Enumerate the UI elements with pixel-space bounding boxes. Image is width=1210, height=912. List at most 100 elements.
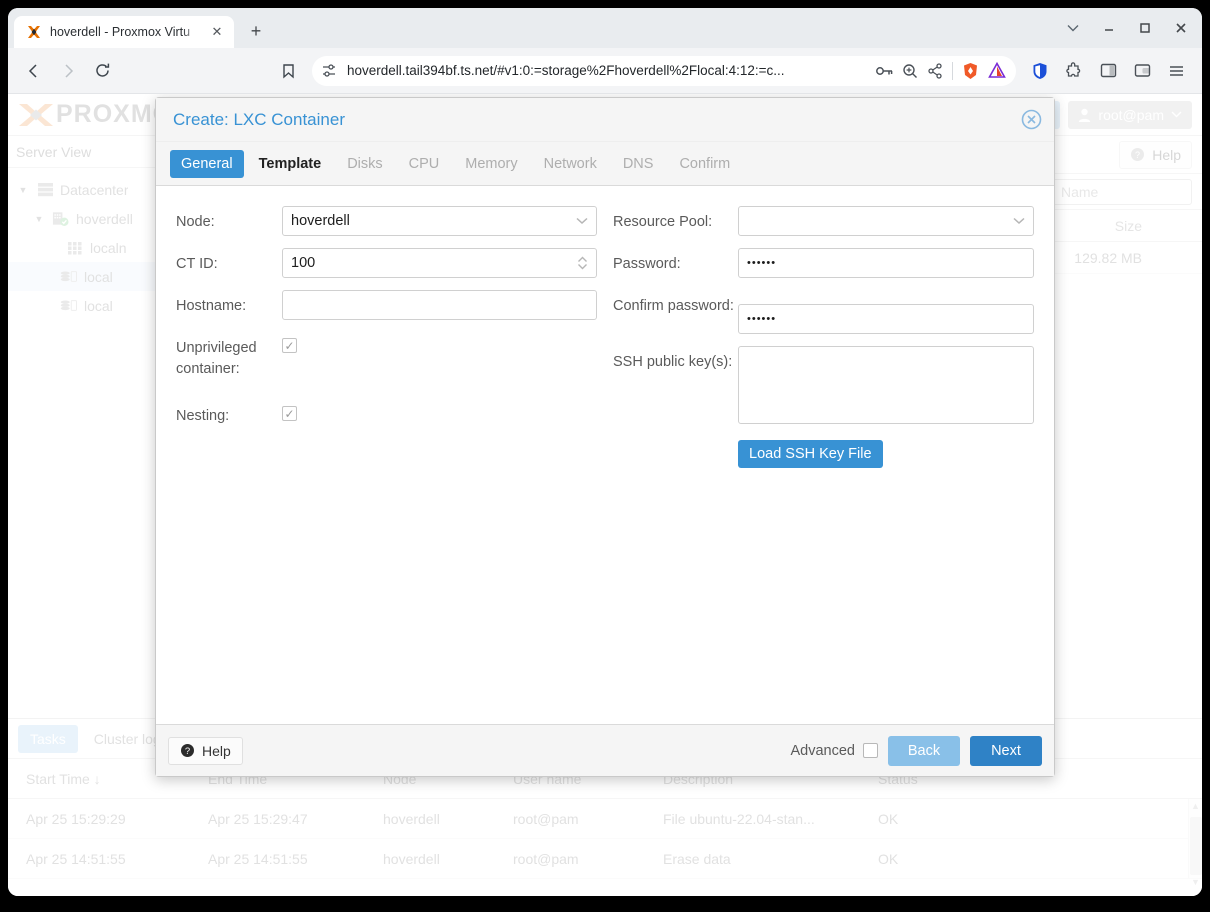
help-button[interactable]: ? Help xyxy=(1119,140,1192,169)
browser-tab[interactable]: hoverdell - Proxmox Virtu ✕ xyxy=(14,16,234,48)
confirm-password-field[interactable]: •••••• xyxy=(738,304,1034,334)
task-scrollbar[interactable]: ▲ ▼ xyxy=(1188,799,1202,887)
resource-pool-select[interactable] xyxy=(738,206,1034,236)
password-value: •••••• xyxy=(747,257,777,269)
tab-cpu-label: CPU xyxy=(408,155,440,172)
tab-memory-label: Memory xyxy=(465,155,518,172)
check-icon: ✓ xyxy=(284,338,295,353)
node-select[interactable]: hoverdell xyxy=(282,206,597,236)
scroll-down-icon[interactable]: ▼ xyxy=(1191,875,1200,889)
cell-start-time: Apr 25 14:51:55 xyxy=(26,850,126,867)
reload-icon[interactable] xyxy=(86,55,118,87)
scrollbar-thumb[interactable] xyxy=(1189,817,1202,875)
browser-tab-strip: hoverdell - Proxmox Virtu ✕ + xyxy=(8,8,1202,48)
grid-icon xyxy=(66,239,84,257)
sidebar-panel-icon[interactable] xyxy=(1092,55,1124,87)
cell-end-time: Apr 25 15:29:47 xyxy=(208,810,308,827)
ctid-label: CT ID: xyxy=(176,256,218,272)
extensions-icon[interactable] xyxy=(1058,55,1090,87)
proxmox-favicon-icon xyxy=(26,24,42,40)
browser-window: hoverdell - Proxmox Virtu ✕ + hoverdell.… xyxy=(8,8,1202,896)
column-header-size[interactable]: Size xyxy=(1115,218,1202,234)
advanced-toggle[interactable]: Advanced xyxy=(790,742,878,759)
back-arrow-icon[interactable] xyxy=(18,55,50,87)
tab-disks: Disks xyxy=(336,150,393,178)
close-icon[interactable]: ✕ xyxy=(208,23,226,41)
next-button[interactable]: Next xyxy=(970,735,1042,766)
bookmark-icon[interactable] xyxy=(272,55,304,87)
load-ssh-key-file-button[interactable]: Load SSH Key File xyxy=(738,440,883,468)
advanced-label: Advanced xyxy=(790,742,856,759)
minimize-button[interactable] xyxy=(1092,14,1126,42)
ctid-input[interactable]: 100 xyxy=(282,248,597,278)
brave-triangle-icon[interactable] xyxy=(988,62,1006,79)
dialog-body: Node: hoverdell CT ID: 100 Hostname: Unp… xyxy=(156,186,1054,724)
proxmox-page: PROXMOX Virtual Environment 8.1.4 Search… xyxy=(8,94,1202,896)
ssh-keys-textarea[interactable] xyxy=(738,346,1034,424)
chevron-down-icon[interactable]: ▼ xyxy=(16,185,30,195)
tab-general[interactable]: General xyxy=(170,149,244,178)
maximize-button[interactable] xyxy=(1128,14,1162,42)
share-icon[interactable] xyxy=(927,62,943,79)
url-bar[interactable]: hoverdell.tail394bf.ts.net/#v1:0:=storag… xyxy=(312,55,1016,86)
dialog-help-label: Help xyxy=(202,742,231,759)
forward-arrow-icon xyxy=(52,55,84,87)
cell-username: root@pam xyxy=(513,850,579,867)
dialog-help-button[interactable]: ? Help xyxy=(168,736,243,765)
dialog-header: Create: LXC Container xyxy=(156,98,1054,142)
chevron-down-icon[interactable] xyxy=(1013,213,1025,229)
scroll-up-icon[interactable]: ▲ xyxy=(1191,799,1200,813)
load-ssh-key-file-label: Load SSH Key File xyxy=(749,446,872,462)
quantity-stepper[interactable] xyxy=(577,256,588,271)
question-icon: ? xyxy=(181,744,194,757)
search-input[interactable]: Name xyxy=(1052,178,1192,205)
url-text: hoverdell.tail394bf.ts.net/#v1:0:=storag… xyxy=(347,63,785,78)
tab-template[interactable]: Template xyxy=(248,150,333,178)
chevron-down-icon[interactable]: ▼ xyxy=(32,214,46,224)
tab-network: Network xyxy=(533,150,608,178)
tab-tasks[interactable]: Tasks xyxy=(18,724,78,753)
check-icon: ✓ xyxy=(284,406,295,421)
tab-confirm-label: Confirm xyxy=(679,155,731,172)
nesting-label: Nesting: xyxy=(176,408,230,425)
unprivileged-label: Unprivileged container: xyxy=(176,340,257,378)
brave-lion-icon[interactable] xyxy=(962,62,979,80)
wallet-icon[interactable] xyxy=(1126,55,1158,87)
window-controls xyxy=(1056,14,1198,42)
new-tab-button[interactable]: + xyxy=(242,17,270,45)
nesting-checkbox[interactable]: ✓ xyxy=(282,406,297,422)
question-icon: ? xyxy=(1131,148,1145,161)
cell-node: hoverdell xyxy=(383,850,440,867)
tab-confirm: Confirm xyxy=(668,150,741,178)
browser-tab-title: hoverdell - Proxmox Virtu xyxy=(50,25,191,39)
zoom-icon[interactable] xyxy=(902,63,918,79)
advanced-checkbox[interactable] xyxy=(863,743,878,758)
cell-size: 129.82 MB xyxy=(1074,249,1142,266)
user-menu-button[interactable]: root@pam xyxy=(1068,100,1192,129)
tab-tasks-label: Tasks xyxy=(30,730,66,747)
confirm-password-value: •••••• xyxy=(747,313,777,325)
task-row[interactable]: Apr 25 14:51:55 Apr 25 14:51:55 hoverdel… xyxy=(8,839,1202,879)
close-circle-icon[interactable] xyxy=(1020,109,1042,131)
tree-item-label: localn xyxy=(90,239,127,256)
unprivileged-checkbox[interactable]: ✓ xyxy=(282,338,297,353)
field-row-unprivileged: Unprivileged container: ✓ xyxy=(176,332,597,380)
password-field[interactable]: •••••• xyxy=(738,248,1034,278)
tree-item-label: local xyxy=(84,268,113,285)
key-icon[interactable] xyxy=(876,64,893,78)
hostname-input[interactable] xyxy=(282,290,597,320)
site-settings-icon[interactable] xyxy=(322,63,338,78)
menu-icon[interactable] xyxy=(1160,55,1192,87)
dialog-tabs: General Template Disks CPU Memory Networ… xyxy=(156,142,1054,186)
chevron-down-icon[interactable] xyxy=(576,213,588,229)
user-label: root@pam xyxy=(1098,106,1164,123)
tab-search-button[interactable] xyxy=(1056,14,1090,42)
dialog-footer: ? Help Advanced Back Next xyxy=(156,724,1054,776)
tree-item-label: hoverdell xyxy=(76,210,133,227)
proxmox-logo-icon xyxy=(19,103,53,126)
node-value: hoverdell xyxy=(291,213,350,229)
brave-shield-icon[interactable] xyxy=(1024,55,1056,87)
close-window-button[interactable] xyxy=(1164,14,1198,42)
task-row[interactable]: Apr 25 15:29:29 Apr 25 15:29:47 hoverdel… xyxy=(8,799,1202,839)
cell-end-time: Apr 25 14:51:55 xyxy=(208,850,308,867)
